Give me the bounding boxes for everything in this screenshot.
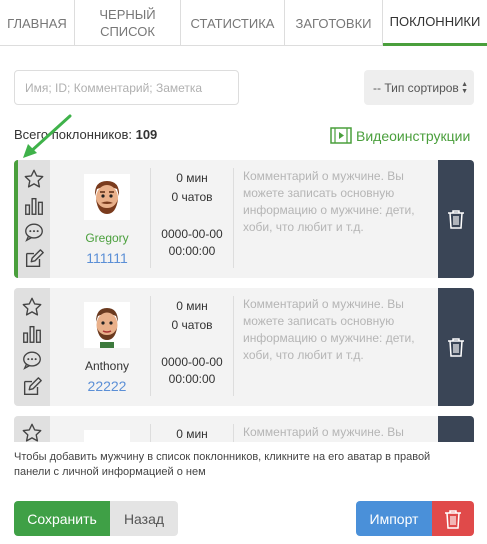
- pointer-arrow-icon: [23, 114, 72, 158]
- fan-card: 0 мин Комментарий о мужчине. Вы: [14, 416, 474, 442]
- fan-time: 00:00:00: [168, 244, 216, 258]
- fan-id[interactable]: 111111: [64, 250, 150, 266]
- sort-select-label: -- Тип сортиров: [373, 80, 459, 95]
- fan-duration: 0 мин: [176, 427, 208, 441]
- trash-icon: [445, 509, 461, 529]
- edit-icon[interactable]: [21, 376, 43, 398]
- delete-fan-button[interactable]: [438, 288, 474, 406]
- fan-chats: 0 чатов: [171, 190, 213, 204]
- fan-comment[interactable]: Комментарий о мужчине. Вы можете записат…: [243, 168, 438, 236]
- star-icon[interactable]: [21, 422, 43, 442]
- fan-stats: 0 мин 0 чатов 0000-00-00 00:00:00: [150, 168, 234, 268]
- avatar[interactable]: [84, 174, 130, 220]
- fan-id[interactable]: 22222: [64, 378, 150, 394]
- bar-chart-icon[interactable]: [21, 323, 43, 345]
- tab-blacklist[interactable]: ЧЕРНЫЙ СПИСОК: [75, 0, 181, 46]
- trash-icon: [448, 338, 464, 357]
- star-icon[interactable]: [23, 168, 45, 190]
- tab-main[interactable]: ГЛАВНАЯ: [0, 0, 75, 46]
- video-instructions-link[interactable]: Видеоинструкции: [330, 127, 470, 144]
- fan-name: Gregory: [85, 231, 129, 245]
- chat-icon[interactable]: [23, 221, 45, 243]
- back-button[interactable]: Назад: [110, 501, 178, 536]
- chat-icon[interactable]: [21, 349, 43, 371]
- total-fans-count: 109: [135, 127, 158, 142]
- fan-comment[interactable]: Комментарий о мужчине. Вы: [243, 424, 438, 441]
- fan-date: 0000-00-00: [161, 227, 223, 241]
- fan-actions: [14, 288, 50, 406]
- select-arrows-icon: ▲ ▼: [461, 81, 468, 95]
- fan-time: 00:00:00: [168, 372, 216, 386]
- avatar[interactable]: [84, 430, 130, 442]
- fan-card: Anthony 22222 0 мин 0 чатов 0000-00-00 0…: [14, 288, 474, 406]
- fan-profile[interactable]: Gregory 111111: [64, 174, 150, 266]
- tab-fans[interactable]: ПОКЛОННИКИ: [383, 0, 487, 46]
- search-input[interactable]: [14, 70, 239, 105]
- fan-profile[interactable]: Anthony 22222: [64, 302, 150, 394]
- fan-last-date: 0000-00-00 00:00:00: [151, 226, 233, 260]
- fan-stats: 0 мин: [150, 424, 234, 442]
- fan-duration: 0 мин: [176, 171, 208, 185]
- tab-templates[interactable]: ЗАГОТОВКИ: [285, 0, 383, 46]
- fan-duration: 0 мин: [176, 299, 208, 313]
- trash-icon: [448, 210, 464, 229]
- save-button[interactable]: Сохранить: [14, 501, 110, 536]
- fan-last-date: 0000-00-00 00:00:00: [151, 354, 233, 388]
- fan-name: Anthony: [84, 359, 130, 373]
- fan-card: Gregory 111111 0 мин 0 чатов 0000-00-00 …: [14, 160, 474, 278]
- fans-list[interactable]: Gregory 111111 0 мин 0 чатов 0000-00-00 …: [14, 160, 474, 442]
- star-icon[interactable]: [21, 296, 43, 318]
- delete-fan-button[interactable]: [438, 160, 474, 278]
- film-icon: [330, 127, 352, 144]
- fan-profile[interactable]: [64, 430, 150, 442]
- bar-chart-icon[interactable]: [23, 195, 45, 217]
- fan-stats: 0 мин 0 чатов 0000-00-00 00:00:00: [150, 296, 234, 396]
- fan-date: 0000-00-00: [161, 355, 223, 369]
- fan-chats: 0 чатов: [171, 318, 213, 332]
- delete-all-button[interactable]: [432, 501, 474, 536]
- tab-bar: ГЛАВНАЯ ЧЕРНЫЙ СПИСОК СТАТИСТИКА ЗАГОТОВ…: [0, 0, 487, 46]
- tab-statistics[interactable]: СТАТИСТИКА: [181, 0, 285, 46]
- fan-actions: [14, 160, 50, 278]
- fan-comment[interactable]: Комментарий о мужчине. Вы можете записат…: [243, 296, 438, 364]
- sort-select[interactable]: -- Тип сортиров ▲ ▼: [364, 70, 474, 105]
- fan-actions: [14, 416, 50, 442]
- hint-text: Чтобы добавить мужчину в список поклонни…: [14, 451, 431, 478]
- delete-fan-button[interactable]: [438, 416, 474, 442]
- avatar[interactable]: [84, 302, 130, 348]
- import-button[interactable]: Импорт: [356, 501, 432, 536]
- video-instructions-label: Видеоинструкции: [356, 127, 471, 144]
- edit-icon[interactable]: [23, 248, 45, 270]
